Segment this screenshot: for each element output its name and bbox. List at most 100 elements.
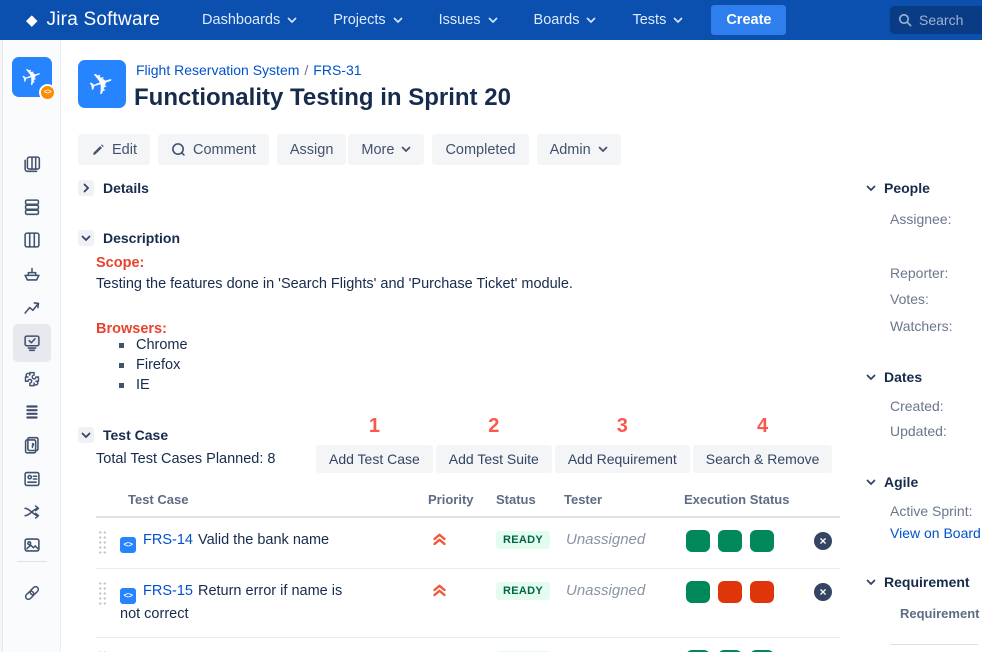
chevron-down-icon bbox=[393, 17, 403, 24]
active-sprint-label: Active Sprint: bbox=[890, 503, 972, 519]
execution-step-square[interactable] bbox=[718, 530, 742, 552]
browser-list: Chrome Firefox IE bbox=[119, 335, 188, 395]
agile-section-header[interactable]: Agile bbox=[866, 474, 918, 490]
admin-button[interactable]: Admin bbox=[537, 134, 621, 165]
annotation-number: 1 bbox=[369, 415, 380, 437]
chevron-down-icon bbox=[673, 17, 683, 24]
description-section-header[interactable]: Description bbox=[78, 230, 180, 246]
releases-icon[interactable] bbox=[20, 262, 44, 286]
search-box[interactable] bbox=[890, 6, 982, 34]
execution-step-square[interactable] bbox=[750, 530, 774, 552]
tests-icon[interactable] bbox=[13, 324, 51, 362]
boards-icon[interactable] bbox=[20, 152, 44, 176]
brand-text: Jira Software bbox=[47, 9, 160, 31]
nav-item-tests[interactable]: Tests bbox=[632, 12, 683, 28]
issue-title: Functionality Testing in Sprint 20 bbox=[134, 84, 511, 112]
create-button[interactable]: Create bbox=[711, 5, 786, 35]
breadcrumb-issue-link[interactable]: FRS-31 bbox=[313, 62, 361, 78]
test-case-cell: <>FRS-15Return error if name is not corr… bbox=[120, 581, 370, 625]
edit-button[interactable]: Edit bbox=[78, 134, 150, 165]
backlog-icon[interactable] bbox=[20, 195, 44, 219]
completed-button[interactable]: Completed bbox=[432, 134, 528, 165]
list-item: Chrome bbox=[119, 335, 188, 355]
jira-issue-page: ◆ Jira Software Dashboards Projects Issu… bbox=[0, 0, 982, 652]
issue-list-icon[interactable] bbox=[20, 400, 44, 424]
list-item: Firefox bbox=[119, 355, 188, 375]
jira-logo[interactable]: ◆ Jira Software bbox=[26, 9, 160, 31]
requirement-section-header[interactable]: Requirement bbox=[866, 574, 970, 590]
column-header-status: Status bbox=[488, 492, 556, 507]
search-input[interactable] bbox=[919, 12, 982, 28]
more-button[interactable]: More bbox=[348, 134, 424, 165]
nav-item-projects[interactable]: Projects bbox=[333, 12, 402, 28]
nav-item-issues[interactable]: Issues bbox=[439, 12, 498, 28]
breadcrumb-project-link[interactable]: Flight Reservation System bbox=[136, 62, 299, 78]
table-row: <>FRS-14Valid the bank name READY Unassi… bbox=[96, 518, 840, 569]
nav-item-dashboards[interactable]: Dashboards bbox=[202, 12, 297, 28]
reports-icon[interactable] bbox=[20, 296, 44, 320]
remove-test-case-button[interactable]: × bbox=[814, 583, 832, 601]
comment-bubble-icon bbox=[171, 142, 186, 157]
table-row: <>FRS-16Return error if age is not READY… bbox=[96, 638, 840, 652]
add-ons-icon[interactable] bbox=[20, 367, 44, 391]
chevron-down-icon bbox=[866, 185, 876, 192]
issue-project-avatar: ✈ bbox=[78, 60, 126, 108]
project-card-icon[interactable] bbox=[20, 467, 44, 491]
annotation-number: 4 bbox=[757, 415, 768, 437]
issue-key-link[interactable]: FRS-15 bbox=[143, 583, 193, 599]
nav-item-boards[interactable]: Boards bbox=[534, 12, 597, 28]
updated-label: Updated: bbox=[890, 423, 947, 439]
test-case-section-header[interactable]: Test Case bbox=[78, 427, 168, 443]
issue-key-link[interactable]: FRS-14 bbox=[143, 532, 193, 548]
chevron-down-icon bbox=[586, 17, 596, 24]
execution-step-square[interactable] bbox=[750, 581, 774, 603]
execution-step-square[interactable] bbox=[718, 581, 742, 603]
left-edge-strip bbox=[0, 40, 3, 652]
test-case-cell: <>FRS-14Valid the bank name bbox=[120, 530, 420, 553]
drag-handle[interactable] bbox=[98, 581, 107, 607]
assignee-label: Assignee: bbox=[890, 211, 951, 227]
reporter-label: Reporter: bbox=[890, 265, 948, 281]
search-and-remove-button[interactable]: Search & Remove bbox=[693, 445, 833, 473]
chevron-down-icon bbox=[866, 579, 876, 586]
dates-section-header[interactable]: Dates bbox=[866, 369, 922, 385]
add-test-suite-button[interactable]: Add Test Suite bbox=[436, 445, 552, 473]
test-case-actions: 1 Add Test Case 2 Add Test Suite 3 Add R… bbox=[316, 415, 832, 473]
add-test-case-button[interactable]: Add Test Case bbox=[316, 445, 433, 473]
votes-label: Votes: bbox=[890, 291, 929, 307]
shuffle-icon[interactable] bbox=[20, 500, 44, 524]
link-icon[interactable] bbox=[20, 581, 44, 605]
table-row: <>FRS-15Return error if name is not corr… bbox=[96, 569, 840, 638]
people-section-header[interactable]: People bbox=[866, 180, 930, 196]
execution-step-square[interactable] bbox=[686, 530, 710, 552]
column-header-tester: Tester bbox=[556, 492, 676, 507]
remove-test-case-button[interactable]: × bbox=[814, 532, 832, 550]
add-requirement-button[interactable]: Add Requirement bbox=[555, 445, 690, 473]
details-section-header[interactable]: Details bbox=[78, 180, 149, 196]
breadcrumb-separator: / bbox=[304, 62, 308, 78]
assign-button[interactable]: Assign bbox=[277, 134, 347, 165]
action-add-requirement: 3 Add Requirement bbox=[555, 415, 690, 473]
active-sprints-icon[interactable] bbox=[20, 228, 44, 252]
priority-high-icon bbox=[420, 530, 488, 551]
action-add-test-case: 1 Add Test Case bbox=[316, 415, 433, 473]
execution-step-square[interactable] bbox=[686, 581, 710, 603]
chevron-down-icon bbox=[598, 146, 608, 153]
drag-handle[interactable] bbox=[98, 530, 107, 556]
action-add-test-suite: 2 Add Test Suite bbox=[436, 415, 552, 473]
chevron-right-icon bbox=[78, 180, 94, 196]
scope-label: Scope: bbox=[96, 255, 144, 271]
issue-toolbar: Edit Comment Assign More Completed Admin bbox=[78, 134, 621, 165]
project-avatar[interactable]: ✈ <> bbox=[12, 57, 52, 97]
total-test-cases-text: Total Test Cases Planned: 8 bbox=[96, 451, 275, 467]
comment-button[interactable]: Comment bbox=[158, 134, 269, 165]
chevron-down-icon bbox=[287, 17, 297, 24]
chevron-down-icon bbox=[78, 427, 94, 443]
media-icon[interactable] bbox=[20, 533, 44, 557]
top-navbar: ◆ Jira Software Dashboards Projects Issu… bbox=[0, 0, 982, 40]
pages-icon[interactable] bbox=[20, 433, 44, 457]
view-on-board-link[interactable]: View on Board bbox=[890, 525, 981, 541]
watchers-label: Watchers: bbox=[890, 318, 953, 334]
created-label: Created: bbox=[890, 398, 944, 414]
scope-text: Testing the features done in 'Search Fli… bbox=[96, 276, 573, 292]
